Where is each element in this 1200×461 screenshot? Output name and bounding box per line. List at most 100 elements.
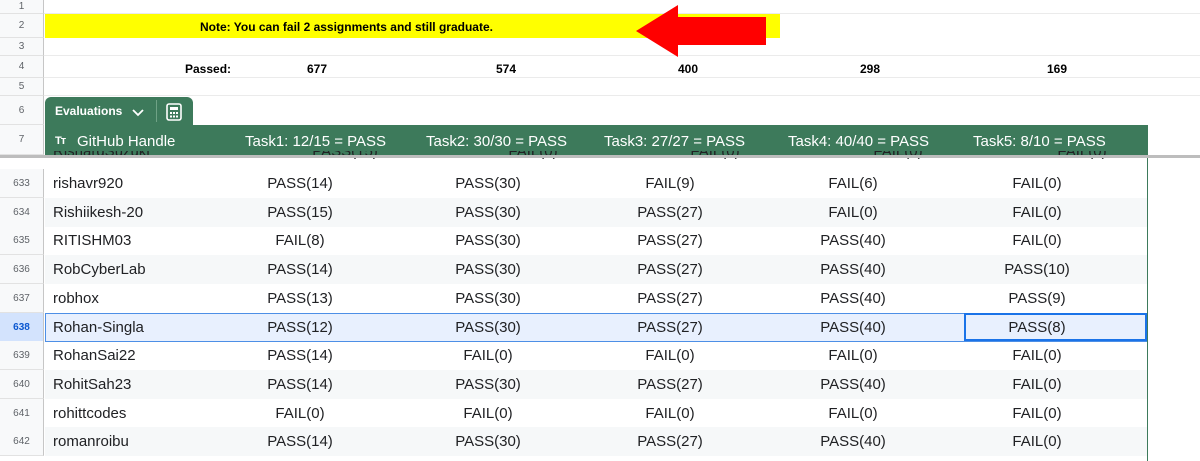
cell-task4[interactable]: PASS(40) [783,261,923,278]
cell-task3[interactable]: PASS(27) [600,290,740,307]
row-number[interactable]: 2 [0,14,44,38]
cell-github-handle[interactable]: robhox [53,290,99,307]
cell-github-handle[interactable]: Rishiikesh-20 [53,204,143,221]
cell-task1[interactable]: PASS(14) [230,433,370,450]
row-number[interactable]: 636 [0,255,44,284]
row-number[interactable]: 640 [0,370,44,399]
header-task2[interactable]: Task2: 30/30 = PASS [426,133,567,150]
cell-task1[interactable]: PASS(14) [230,175,370,192]
passed-count-task2[interactable]: 574 [466,62,546,76]
table-border [1147,158,1148,461]
note-text[interactable]: Note: You can fail 2 assignments and sti… [200,20,493,34]
cell-task4[interactable]: PASS(40) [783,376,923,393]
cell-task2[interactable]: PASS(30) [418,319,558,336]
row-number[interactable]: 639 [0,341,44,370]
cell-task1[interactable]: PASS(14) [230,347,370,364]
row-number[interactable]: 641 [0,399,44,428]
cell-task3[interactable]: PASS(27) [600,376,740,393]
cell-task5[interactable]: PASS(10) [967,261,1107,278]
passed-label[interactable]: Passed: [185,62,231,76]
cell-task4[interactable]: PASS(40) [783,290,923,307]
cell-github-handle[interactable]: romanroibu [53,433,129,450]
row-number[interactable]: 634 [0,198,44,227]
cell-task5[interactable]: FAIL(0) [967,405,1107,422]
calculator-icon[interactable] [166,103,182,121]
cell-task1[interactable]: FAIL(0) [230,405,370,422]
cell-task4[interactable]: FAIL(6) [783,175,923,192]
cell-task2[interactable]: PASS(30) [418,204,558,221]
cell-task3[interactable]: PASS(27) [600,261,740,278]
passed-count-task1[interactable]: 677 [277,62,357,76]
selected-cell-outline [964,313,1147,341]
cell-task2[interactable]: FAIL(0) [418,347,558,364]
cell-task3[interactable]: FAIL(0) [600,405,740,422]
cell-task1[interactable]: PASS(14) [230,261,370,278]
row-number[interactable]: 637 [0,284,44,313]
cell-task4[interactable]: PASS(40) [783,232,923,249]
tab-divider [156,100,157,122]
header-task1[interactable]: Task1: 12/15 = PASS [245,133,386,150]
header-task3[interactable]: Task3: 27/27 = PASS [604,133,745,150]
cell-task2[interactable]: PASS(30) [418,175,558,192]
row-number[interactable]: 6 [0,96,44,125]
cell-task4[interactable]: FAIL(0) [783,405,923,422]
row-number[interactable]: 633 [0,169,44,198]
cell-task3[interactable]: PASS(27) [600,232,740,249]
cell-task4[interactable]: FAIL(0) [783,347,923,364]
cell-task5[interactable]: FAIL(0) [967,376,1107,393]
row-number[interactable]: 7 [0,125,44,155]
chevron-down-icon[interactable] [131,105,145,119]
header-github-handle[interactable]: GitHub Handle [77,133,175,150]
header-task4[interactable]: Task4: 40/40 = PASS [788,133,929,150]
passed-count-task5[interactable]: 169 [1017,62,1097,76]
row-number[interactable]: 635 [0,226,44,255]
row-number[interactable]: 3 [0,38,44,56]
cell-task5[interactable]: FAIL(0) [967,347,1107,364]
cell-github-handle[interactable]: RohitSah23 [53,376,131,393]
cell-task5[interactable]: FAIL(0) [967,204,1107,221]
cell-task5[interactable]: PASS(9) [967,290,1107,307]
cell-task1[interactable]: FAIL(8) [230,232,370,249]
passed-count-task4[interactable]: 298 [830,62,910,76]
row-number[interactable]: 4 [0,56,44,78]
cell-task3[interactable]: PASS(27) [600,319,740,336]
row-number[interactable]: 1 [0,0,44,14]
cell-task5[interactable]: FAIL(0) [967,232,1107,249]
red-arrow-icon [636,5,766,57]
header-task5[interactable]: Task5: 8/10 = PASS [973,133,1106,150]
cell-task1[interactable]: PASS(12) [230,319,370,336]
cell-github-handle[interactable]: rohittcodes [53,405,126,422]
frozen-pane-divider[interactable] [0,155,1200,158]
cell-github-handle[interactable]: Rohan-Singla [53,319,144,336]
cell-task2[interactable]: PASS(30) [418,376,558,393]
cell-github-handle[interactable]: RITISHM03 [53,232,131,249]
cell-task3[interactable]: FAIL(9) [600,175,740,192]
row-number[interactable]: 5 [0,78,44,96]
cell-task1[interactable]: PASS(14) [230,376,370,393]
cell-task1[interactable]: PASS(15) [230,204,370,221]
cell-task4[interactable]: PASS(40) [783,319,923,336]
cell-github-handle[interactable]: RohanSai22 [53,347,136,364]
cell-task4[interactable]: PASS(40) [783,433,923,450]
row-number[interactable]: 638 [0,313,44,342]
cell-task2[interactable]: PASS(30) [418,290,558,307]
cell-task5[interactable]: FAIL(0) [967,433,1107,450]
grid-line [44,77,1200,78]
cell-task1[interactable]: PASS(13) [230,290,370,307]
cell-task2[interactable]: PASS(30) [418,261,558,278]
cell-task2[interactable]: FAIL(0) [418,405,558,422]
cell-task3[interactable]: PASS(27) [600,433,740,450]
cell-task2[interactable]: PASS(30) [418,433,558,450]
cell-task5[interactable]: FAIL(0) [967,175,1107,192]
cell-task4[interactable]: FAIL(0) [783,204,923,221]
cell-github-handle[interactable]: RobCyberLab [53,261,146,278]
row-number[interactable]: 642 [0,427,44,456]
cell-github-handle[interactable]: rishavr920 [53,175,123,192]
table-name[interactable]: Evaluations [55,104,122,118]
passed-count-task3[interactable]: 400 [648,62,728,76]
grid-line [44,55,1200,56]
grid-line [44,95,1200,96]
cell-task3[interactable]: PASS(27) [600,204,740,221]
cell-task3[interactable]: FAIL(0) [600,347,740,364]
cell-task2[interactable]: PASS(30) [418,232,558,249]
